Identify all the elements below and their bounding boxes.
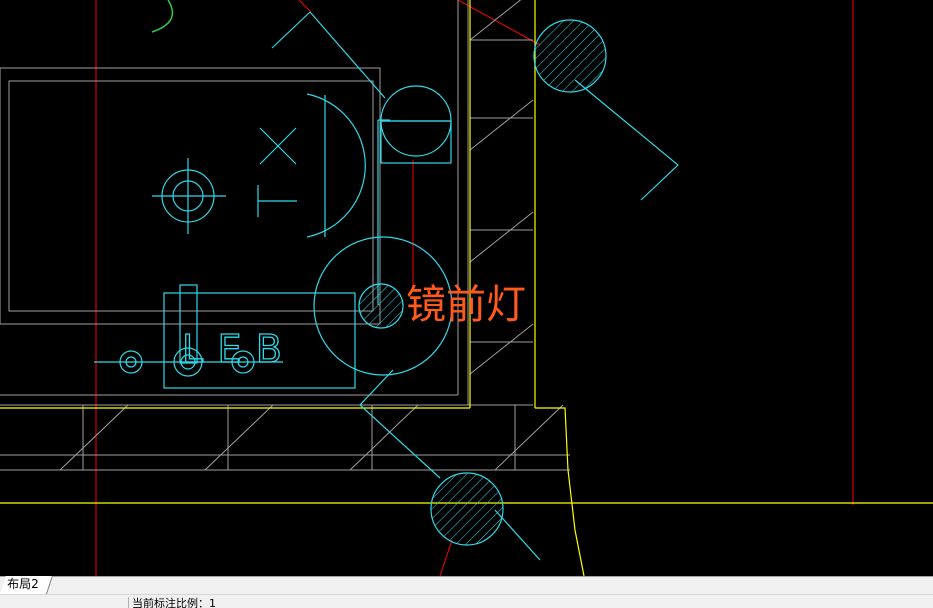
- status-divider: [128, 597, 129, 608]
- fixture-label: 镜前灯: [406, 282, 526, 328]
- layout-tab-bar: 布局2: [0, 576, 933, 594]
- drawing-canvas[interactable]: 镜前灯 LEB: [0, 0, 933, 576]
- tab-layout-2[interactable]: 布局2: [0, 576, 53, 594]
- fixture-circle-mirror-light: [358, 283, 404, 329]
- cad-drawing[interactable]: 镜前灯 LEB: [0, 0, 933, 576]
- status-bar: 当前标注比例：1: [0, 594, 933, 608]
- green-arc: [151, 0, 174, 33]
- annotation-scale-readout: 当前标注比例：1: [132, 597, 216, 608]
- tab-label: 布局2: [7, 577, 39, 591]
- gray-outlines: [0, 0, 570, 471]
- fixture-circle-bottom: [430, 472, 504, 546]
- fixture-circle-top: [533, 19, 607, 93]
- panel-text: LEB: [182, 327, 282, 371]
